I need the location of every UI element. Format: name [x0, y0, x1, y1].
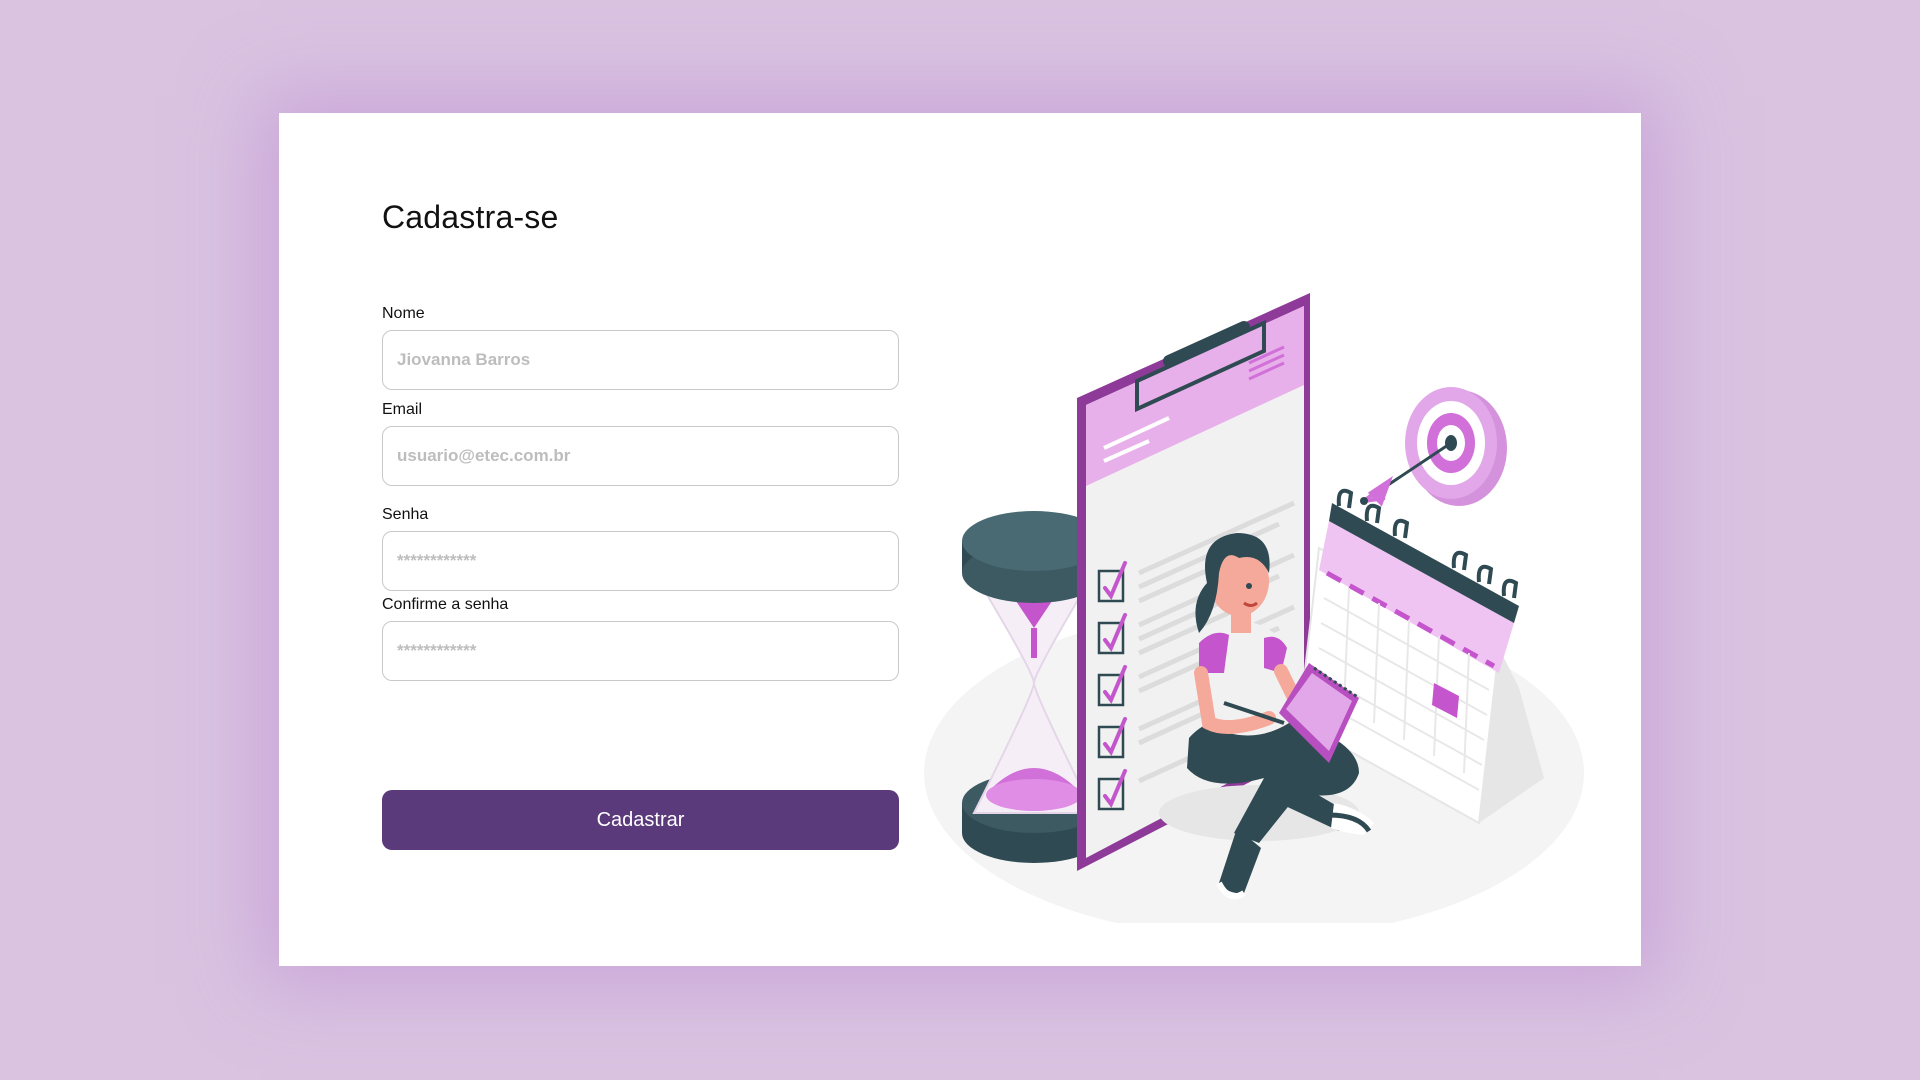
email-label: Email — [382, 401, 423, 418]
signup-illustration — [924, 293, 1584, 923]
page-title: Cadastra-se — [382, 199, 559, 235]
password-input[interactable] — [382, 531, 899, 591]
confirm-password-label: Confirme a senha — [382, 596, 509, 613]
signup-card: Cadastra-se Nome Email Senha Confirme a … — [279, 113, 1641, 966]
name-label: Nome — [382, 305, 425, 322]
target-arrow-icon — [1360, 387, 1507, 507]
signup-form: Cadastra-se Nome Email Senha Confirme a … — [382, 197, 899, 850]
name-input[interactable] — [382, 330, 899, 390]
email-input[interactable] — [382, 426, 899, 486]
password-label: Senha — [382, 506, 429, 523]
submit-button[interactable]: Cadastrar — [382, 790, 899, 850]
confirm-password-input[interactable] — [382, 621, 899, 681]
